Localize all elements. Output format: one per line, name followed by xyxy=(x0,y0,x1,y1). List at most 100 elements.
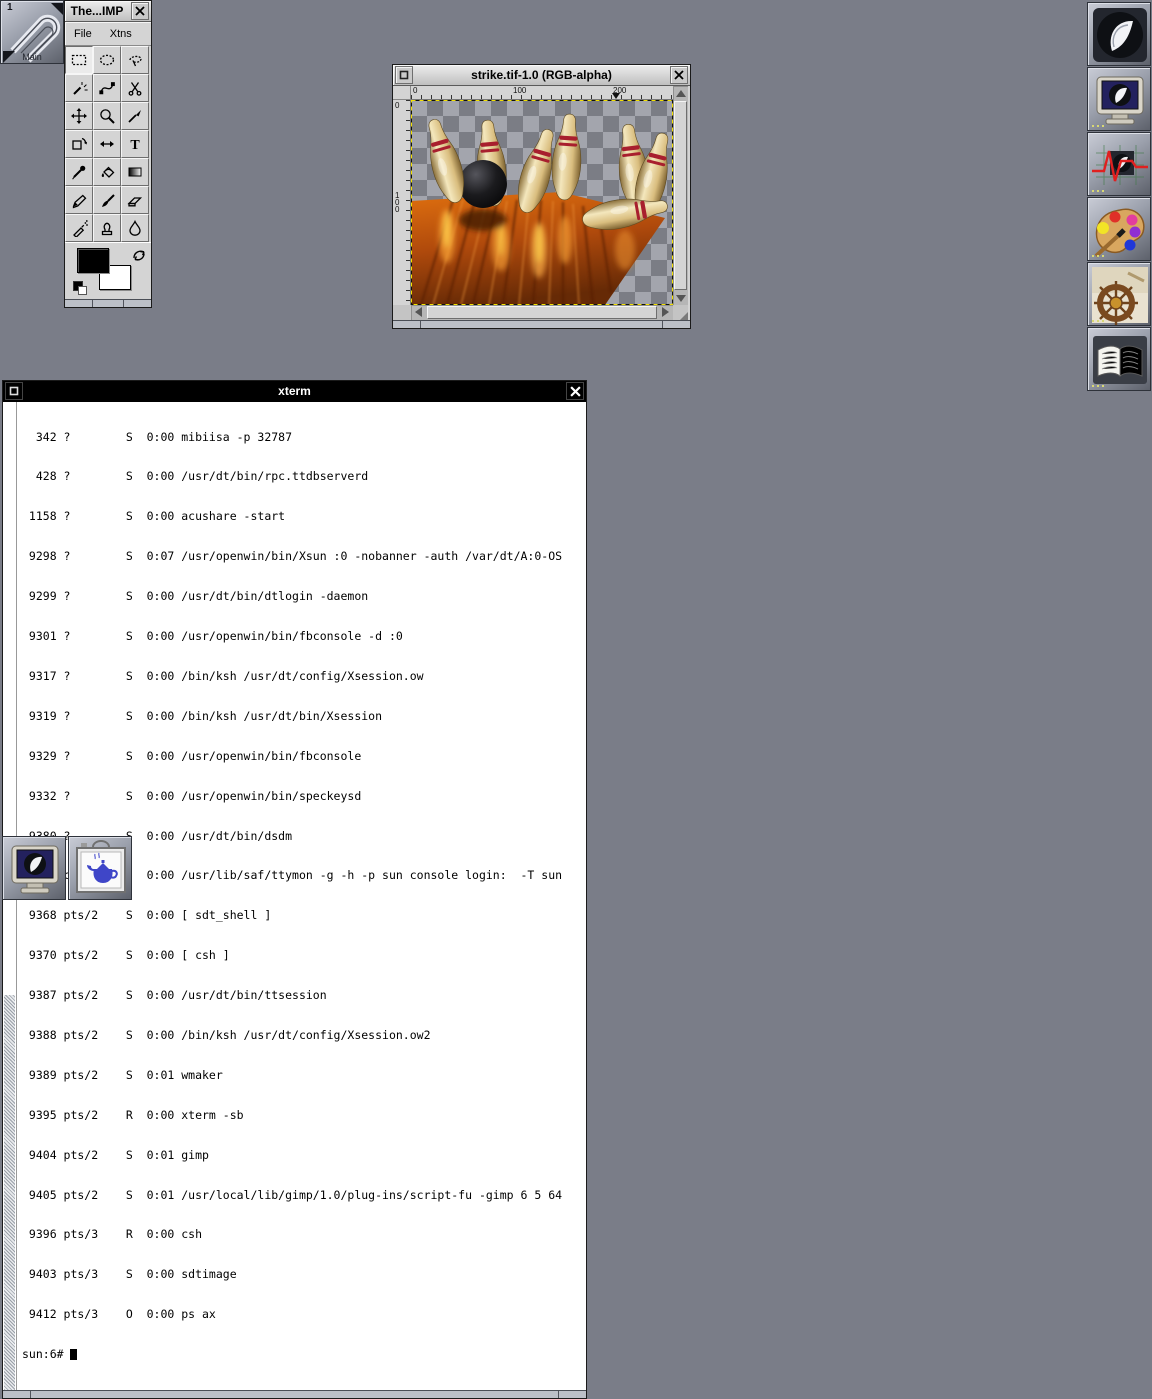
terminal-line: 9404 pts/2 S 0:01 gimp xyxy=(22,1149,586,1162)
swap-colors-icon[interactable] xyxy=(131,247,147,263)
tool-transform[interactable] xyxy=(65,130,93,158)
tool-move[interactable] xyxy=(65,102,93,130)
resize-grip-icon xyxy=(680,312,688,320)
tool-flip[interactable] xyxy=(93,130,121,158)
tool-eraser[interactable] xyxy=(121,186,149,214)
workspace-number: 1 xyxy=(7,2,13,13)
dock-item-load-monitor[interactable] xyxy=(1087,132,1151,196)
close-button[interactable] xyxy=(670,66,688,84)
tool-rect-select[interactable] xyxy=(65,46,93,74)
horizontal-scroll-thumb[interactable] xyxy=(427,306,657,319)
dock-item-manual[interactable] xyxy=(1087,327,1151,391)
xterm-titlebar[interactable]: xterm xyxy=(3,381,586,402)
tool-clone[interactable] xyxy=(93,214,121,242)
terminal-line: 1158 ? S 0:00 acushare -start xyxy=(22,510,586,523)
tool-free-select[interactable] xyxy=(121,46,149,74)
scrollbar-corner xyxy=(393,305,411,320)
text-cursor xyxy=(70,1349,77,1360)
dock-running-dots xyxy=(1092,190,1094,192)
resize-corner[interactable] xyxy=(673,305,688,320)
ruler-label: 100 xyxy=(513,86,526,95)
paintbrush-icon xyxy=(98,191,116,209)
dock-running-dots xyxy=(1092,255,1094,257)
close-button[interactable] xyxy=(131,2,149,20)
menu-xtns[interactable]: Xtns xyxy=(101,28,141,40)
tool-airbrush[interactable] xyxy=(65,214,93,242)
paint-palette-icon xyxy=(1088,198,1152,262)
tool-bezier-select[interactable] xyxy=(93,74,121,102)
miniwindow-image-viewer[interactable] xyxy=(68,836,132,900)
dock-item-paint[interactable] xyxy=(1087,197,1151,261)
toolbox-titlebar[interactable]: The...IMP xyxy=(65,1,151,22)
ruler-position-marker xyxy=(612,93,620,99)
ruler-label: 0 xyxy=(395,102,402,109)
airbrush-icon xyxy=(70,219,88,237)
xterm-scroll-thumb[interactable] xyxy=(4,995,15,1390)
image-window-resizebar[interactable] xyxy=(393,320,690,328)
terminal-line: 9412 pts/3 O 0:00 ps ax xyxy=(22,1308,586,1321)
ship-wheel-icon xyxy=(1088,263,1152,327)
image-viewer-teapot-icon xyxy=(69,837,133,901)
tool-magnify[interactable] xyxy=(93,102,121,130)
flip-icon xyxy=(98,135,116,153)
vertical-scroll-thumb[interactable] xyxy=(674,101,687,290)
tool-convolve[interactable] xyxy=(121,214,149,242)
foreground-color-swatch[interactable] xyxy=(77,248,109,273)
tool-bucket-fill[interactable] xyxy=(93,158,121,186)
text-tool-icon: T xyxy=(126,135,144,153)
dock-item-navigator[interactable] xyxy=(1087,262,1151,326)
dock-item-wmaker[interactable] xyxy=(1087,2,1151,66)
scroll-down-arrow[interactable] xyxy=(673,291,688,305)
stamp-icon xyxy=(98,219,116,237)
dock-running-dots xyxy=(1092,385,1094,387)
monitor-wmaker-icon xyxy=(3,837,67,901)
terminal-line: 9370 pts/2 S 0:00 [ csh ] xyxy=(22,949,586,962)
ruler-label: 100 xyxy=(395,192,402,213)
miniaturize-icon xyxy=(399,70,409,80)
tool-blend[interactable] xyxy=(121,158,149,186)
window-menu-button[interactable] xyxy=(5,382,23,400)
terminal-line: 9405 pts/2 S 0:01 /usr/local/lib/gimp/1.… xyxy=(22,1189,586,1202)
rect-select-icon xyxy=(70,51,88,69)
tool-paintbrush[interactable] xyxy=(93,186,121,214)
scroll-left-arrow[interactable] xyxy=(411,305,426,319)
bucket-icon xyxy=(98,163,116,181)
tool-color-picker[interactable] xyxy=(65,158,93,186)
terminal-line: 9298 ? S 0:07 /usr/openwin/bin/Xsun :0 -… xyxy=(22,550,586,563)
xterm-title: xterm xyxy=(25,384,564,398)
workspace-clip[interactable]: 1 Main xyxy=(0,0,64,64)
image-canvas-bowling-strike[interactable] xyxy=(411,100,673,305)
magnifier-icon xyxy=(98,107,116,125)
tool-scissors[interactable] xyxy=(121,74,149,102)
xterm-resizebar[interactable] xyxy=(3,1390,586,1398)
tool-crop[interactable] xyxy=(121,102,149,130)
dock-item-terminal-monitor[interactable] xyxy=(1087,67,1151,131)
scroll-right-arrow[interactable] xyxy=(658,305,673,319)
miniwindow-terminal[interactable] xyxy=(2,836,66,900)
close-button[interactable] xyxy=(566,382,584,400)
svg-text:T: T xyxy=(130,138,140,153)
pencil-icon xyxy=(70,191,88,209)
tool-text[interactable]: T xyxy=(121,130,149,158)
color-area xyxy=(65,242,151,299)
tool-ellipse-select[interactable] xyxy=(93,46,121,74)
toolbox-resizebar[interactable] xyxy=(65,299,151,307)
menu-file[interactable]: File xyxy=(65,28,101,40)
window-menu-button[interactable] xyxy=(395,66,413,84)
vertical-scrollbar[interactable] xyxy=(673,86,688,305)
shell-prompt: sun:6# xyxy=(22,1347,70,1361)
terminal-line: 428 ? S 0:00 /usr/dt/bin/rpc.ttdbserverd xyxy=(22,470,586,483)
image-window-titlebar[interactable]: strike.tif-1.0 (RGB-alpha) xyxy=(393,65,690,86)
scroll-up-arrow[interactable] xyxy=(673,86,688,100)
bowling-strike-image xyxy=(411,100,673,305)
bezier-icon xyxy=(98,79,116,97)
horizontal-scrollbar[interactable] xyxy=(411,305,673,320)
default-colors-icon[interactable] xyxy=(73,281,87,295)
terminal-line: 9389 pts/2 S 0:01 wmaker xyxy=(22,1069,586,1082)
ruler-corner[interactable] xyxy=(393,86,411,100)
tool-fuzzy-select[interactable] xyxy=(65,74,93,102)
terminal-line: 9395 pts/2 R 0:00 xterm -sb xyxy=(22,1109,586,1122)
terminal-line: 9301 ? S 0:00 /usr/openwin/bin/fbconsole… xyxy=(22,630,586,643)
tool-pencil[interactable] xyxy=(65,186,93,214)
crop-knife-icon xyxy=(126,107,144,125)
